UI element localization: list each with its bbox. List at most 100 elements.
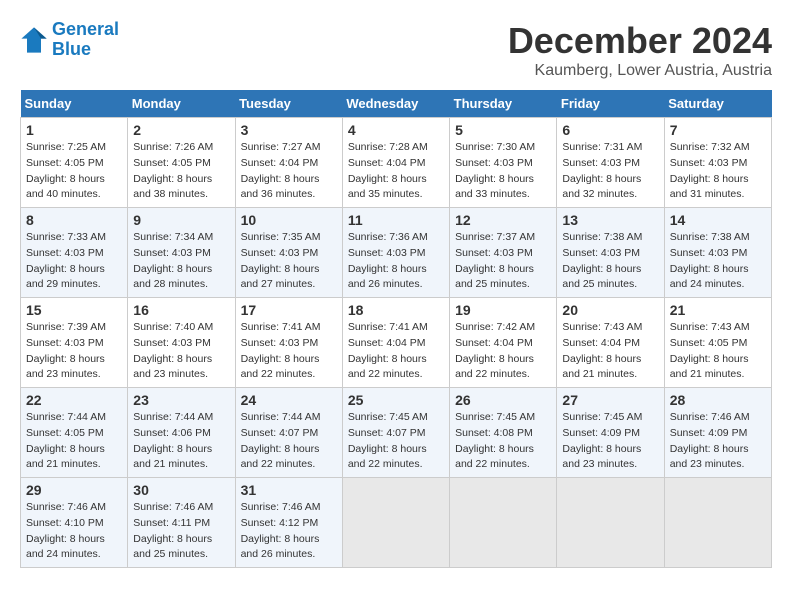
day-number: 1 xyxy=(26,122,122,138)
day-number: 7 xyxy=(670,122,766,138)
day-info: Sunrise: 7:30 AM Sunset: 4:03 PM Dayligh… xyxy=(455,140,551,203)
calendar-week-row: 1 Sunrise: 7:25 AM Sunset: 4:05 PM Daylig… xyxy=(21,118,772,208)
day-number: 4 xyxy=(348,122,444,138)
day-number: 13 xyxy=(562,212,658,228)
day-number: 14 xyxy=(670,212,766,228)
table-row: 27 Sunrise: 7:45 AM Sunset: 4:09 PM Dayli… xyxy=(557,388,664,478)
table-row: 16 Sunrise: 7:40 AM Sunset: 4:03 PM Dayli… xyxy=(128,298,235,388)
table-row: 15 Sunrise: 7:39 AM Sunset: 4:03 PM Dayli… xyxy=(21,298,128,388)
calendar-table: Sunday Monday Tuesday Wednesday Thursday… xyxy=(20,90,772,568)
table-row: 24Sunrise: 7:44 AM Sunset: 4:07 PM Dayli… xyxy=(235,388,342,478)
table-row xyxy=(342,478,449,568)
day-info: Sunrise: 7:46 AM Sunset: 4:12 PM Dayligh… xyxy=(241,500,337,563)
table-row: 23 Sunrise: 7:44 AM Sunset: 4:06 PM Dayli… xyxy=(128,388,235,478)
day-number: 5 xyxy=(455,122,551,138)
location-title: Kaumberg, Lower Austria, Austria xyxy=(508,62,772,80)
table-row: 30 Sunrise: 7:46 AM Sunset: 4:11 PM Dayli… xyxy=(128,478,235,568)
day-info: Sunrise: 7:33 AM Sunset: 4:03 PM Dayligh… xyxy=(26,230,122,293)
table-row: 21 Sunrise: 7:43 AM Sunset: 4:05 PM Dayli… xyxy=(664,298,771,388)
table-row: 20 Sunrise: 7:43 AM Sunset: 4:04 PM Dayli… xyxy=(557,298,664,388)
day-info: Sunrise: 7:43 AM Sunset: 4:05 PM Dayligh… xyxy=(670,320,766,383)
day-number: 20 xyxy=(562,302,658,318)
day-info: Sunrise: 7:42 AM Sunset: 4:04 PM Dayligh… xyxy=(455,320,551,383)
day-number: 2 xyxy=(133,122,229,138)
day-number: 19 xyxy=(455,302,551,318)
table-row: 17 Sunrise: 7:41 AM Sunset: 4:03 PM Dayli… xyxy=(235,298,342,388)
day-info: Sunrise: 7:36 AM Sunset: 4:03 PM Dayligh… xyxy=(348,230,444,293)
day-info: Sunrise: 7:27 AM Sunset: 4:04 PM Dayligh… xyxy=(241,140,337,203)
calendar-week-row: 22 Sunrise: 7:44 AM Sunset: 4:05 PM Dayli… xyxy=(21,388,772,478)
day-number: 11 xyxy=(348,212,444,228)
title-area: December 2024 Kaumberg, Lower Austria, A… xyxy=(508,20,772,80)
table-row: 11 Sunrise: 7:36 AM Sunset: 4:03 PM Dayli… xyxy=(342,208,449,298)
table-row: 4Sunrise: 7:28 AM Sunset: 4:04 PM Daylig… xyxy=(342,118,449,208)
day-info: Sunrise: 7:41 AM Sunset: 4:03 PM Dayligh… xyxy=(241,320,337,383)
day-number: 21 xyxy=(670,302,766,318)
table-row: 31Sunrise: 7:46 AM Sunset: 4:12 PM Dayli… xyxy=(235,478,342,568)
day-info: Sunrise: 7:45 AM Sunset: 4:08 PM Dayligh… xyxy=(455,410,551,473)
table-row: 28 Sunrise: 7:46 AM Sunset: 4:09 PM Dayli… xyxy=(664,388,771,478)
day-number: 17 xyxy=(241,302,337,318)
day-info: Sunrise: 7:44 AM Sunset: 4:05 PM Dayligh… xyxy=(26,410,122,473)
col-sunday: Sunday xyxy=(21,90,128,118)
day-info: Sunrise: 7:46 AM Sunset: 4:11 PM Dayligh… xyxy=(133,500,229,563)
month-title: December 2024 xyxy=(508,20,772,62)
table-row: 7Sunrise: 7:32 AM Sunset: 4:03 PM Daylig… xyxy=(664,118,771,208)
day-info: Sunrise: 7:41 AM Sunset: 4:04 PM Dayligh… xyxy=(348,320,444,383)
day-number: 30 xyxy=(133,482,229,498)
col-tuesday: Tuesday xyxy=(235,90,342,118)
logo-line1: General xyxy=(52,19,119,39)
day-info: Sunrise: 7:39 AM Sunset: 4:03 PM Dayligh… xyxy=(26,320,122,383)
header: General Blue December 2024 Kaumberg, Low… xyxy=(20,20,772,80)
table-row: 19 Sunrise: 7:42 AM Sunset: 4:04 PM Dayli… xyxy=(450,298,557,388)
day-number: 27 xyxy=(562,392,658,408)
day-info: Sunrise: 7:26 AM Sunset: 4:05 PM Dayligh… xyxy=(133,140,229,203)
day-number: 29 xyxy=(26,482,122,498)
day-info: Sunrise: 7:43 AM Sunset: 4:04 PM Dayligh… xyxy=(562,320,658,383)
day-number: 3 xyxy=(241,122,337,138)
logo-line2: Blue xyxy=(52,39,91,59)
day-info: Sunrise: 7:46 AM Sunset: 4:09 PM Dayligh… xyxy=(670,410,766,473)
table-row: 9 Sunrise: 7:34 AM Sunset: 4:03 PM Daylig… xyxy=(128,208,235,298)
day-number: 26 xyxy=(455,392,551,408)
table-row xyxy=(557,478,664,568)
day-info: Sunrise: 7:25 AM Sunset: 4:05 PM Dayligh… xyxy=(26,140,122,203)
day-number: 16 xyxy=(133,302,229,318)
table-row xyxy=(450,478,557,568)
table-row: 18 Sunrise: 7:41 AM Sunset: 4:04 PM Dayli… xyxy=(342,298,449,388)
table-row: 12Sunrise: 7:37 AM Sunset: 4:03 PM Dayli… xyxy=(450,208,557,298)
calendar-week-row: 15 Sunrise: 7:39 AM Sunset: 4:03 PM Dayli… xyxy=(21,298,772,388)
table-row: 6Sunrise: 7:31 AM Sunset: 4:03 PM Daylig… xyxy=(557,118,664,208)
day-info: Sunrise: 7:45 AM Sunset: 4:07 PM Dayligh… xyxy=(348,410,444,473)
day-number: 10 xyxy=(241,212,337,228)
day-number: 25 xyxy=(348,392,444,408)
day-info: Sunrise: 7:35 AM Sunset: 4:03 PM Dayligh… xyxy=(241,230,337,293)
day-number: 8 xyxy=(26,212,122,228)
day-number: 18 xyxy=(348,302,444,318)
day-info: Sunrise: 7:40 AM Sunset: 4:03 PM Dayligh… xyxy=(133,320,229,383)
day-info: Sunrise: 7:45 AM Sunset: 4:09 PM Dayligh… xyxy=(562,410,658,473)
day-number: 23 xyxy=(133,392,229,408)
day-number: 9 xyxy=(133,212,229,228)
day-number: 28 xyxy=(670,392,766,408)
col-saturday: Saturday xyxy=(664,90,771,118)
calendar-week-row: 29 Sunrise: 7:46 AM Sunset: 4:10 PM Dayli… xyxy=(21,478,772,568)
col-wednesday: Wednesday xyxy=(342,90,449,118)
day-number: 22 xyxy=(26,392,122,408)
day-number: 15 xyxy=(26,302,122,318)
day-info: Sunrise: 7:37 AM Sunset: 4:03 PM Dayligh… xyxy=(455,230,551,293)
logo-icon xyxy=(20,26,48,54)
day-info: Sunrise: 7:46 AM Sunset: 4:10 PM Dayligh… xyxy=(26,500,122,563)
table-row: 14Sunrise: 7:38 AM Sunset: 4:03 PM Dayli… xyxy=(664,208,771,298)
table-row: 25 Sunrise: 7:45 AM Sunset: 4:07 PM Dayli… xyxy=(342,388,449,478)
table-row: 2 Sunrise: 7:26 AM Sunset: 4:05 PM Daylig… xyxy=(128,118,235,208)
calendar-header-row: Sunday Monday Tuesday Wednesday Thursday… xyxy=(21,90,772,118)
day-info: Sunrise: 7:44 AM Sunset: 4:06 PM Dayligh… xyxy=(133,410,229,473)
table-row xyxy=(664,478,771,568)
table-row: 29 Sunrise: 7:46 AM Sunset: 4:10 PM Dayli… xyxy=(21,478,128,568)
table-row: 5 Sunrise: 7:30 AM Sunset: 4:03 PM Daylig… xyxy=(450,118,557,208)
day-info: Sunrise: 7:44 AM Sunset: 4:07 PM Dayligh… xyxy=(241,410,337,473)
day-info: Sunrise: 7:34 AM Sunset: 4:03 PM Dayligh… xyxy=(133,230,229,293)
logo: General Blue xyxy=(20,20,119,60)
table-row: 26 Sunrise: 7:45 AM Sunset: 4:08 PM Dayli… xyxy=(450,388,557,478)
